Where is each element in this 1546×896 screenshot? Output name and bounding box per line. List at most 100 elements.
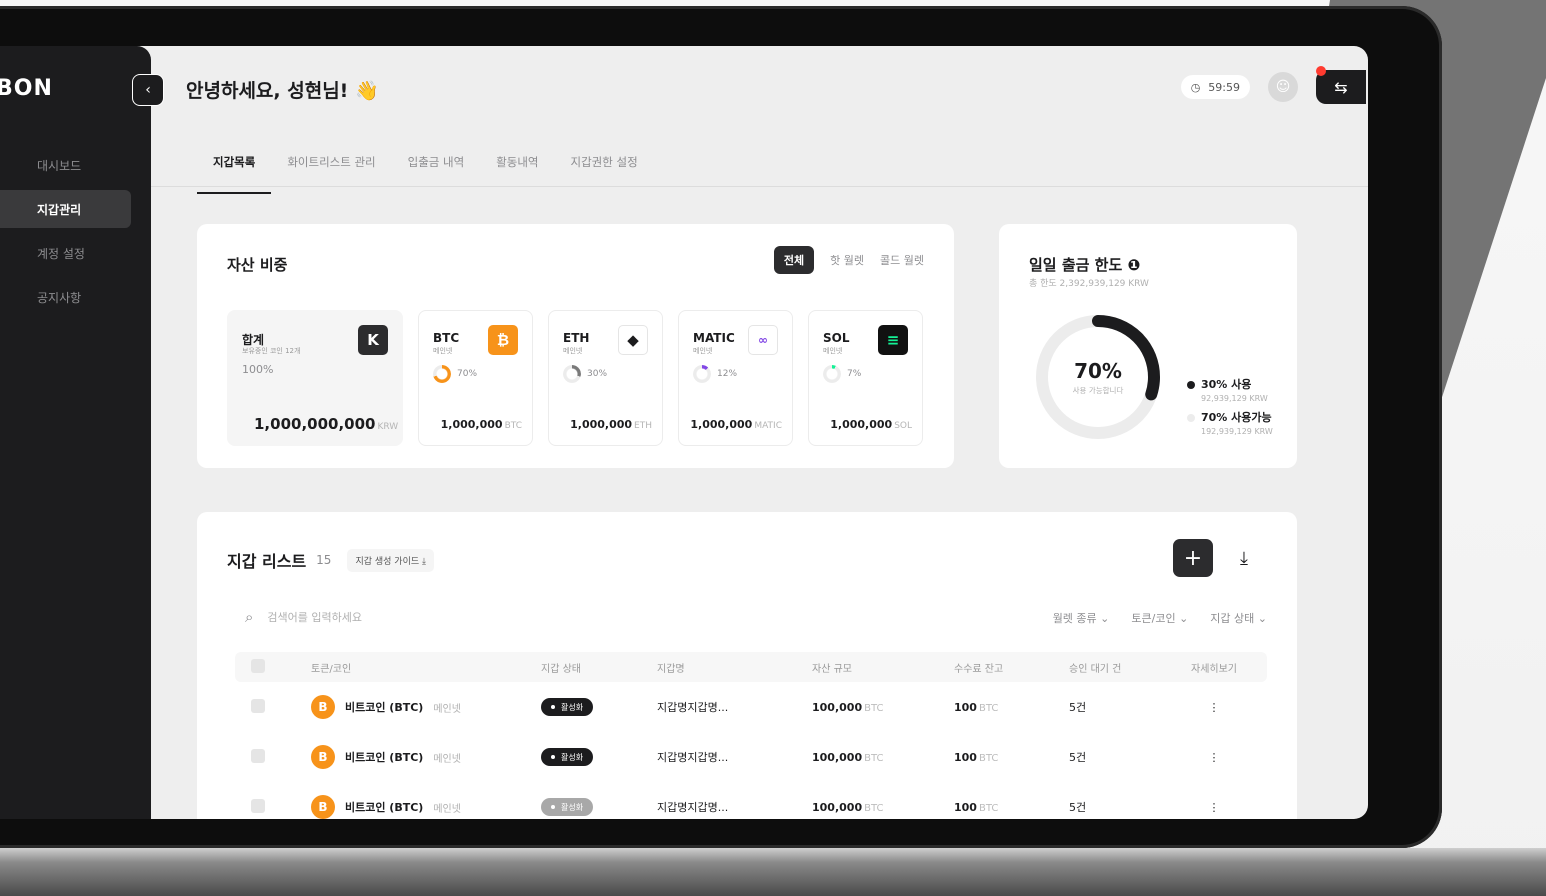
coin-share-value: 30% bbox=[587, 369, 608, 379]
column-header: 수수료 잔고 bbox=[954, 663, 1004, 675]
search-icon: ⌕ bbox=[245, 608, 254, 626]
wallet-list-header: 지갑 리스트 15 지갑 생성 가이드 ⤓ bbox=[227, 548, 434, 572]
add-wallet-button[interactable]: + bbox=[1173, 539, 1213, 577]
page-greeting: 안녕하세요, 성현님! 👋 bbox=[186, 80, 379, 102]
available-label: 사용 가능합니다 bbox=[1072, 385, 1124, 395]
info-icon[interactable]: ❶ bbox=[1127, 256, 1140, 274]
sidebar: ARBON 대시보드 지갑관리 계정 설정 공지사항 bbox=[0, 46, 151, 819]
filter-group: 월렛 종류 ⌄ 토큰/코인 ⌄ 지갑 상태 ⌄ bbox=[1053, 610, 1267, 626]
fee-value: 100 bbox=[954, 700, 977, 714]
session-timer-value: 59:59 bbox=[1208, 80, 1240, 94]
more-options-button[interactable]: ⋮ bbox=[1184, 801, 1244, 814]
avatar[interactable]: ☺ bbox=[1268, 72, 1298, 102]
total-asset-card[interactable]: 합계 보유중인 코인 12개 K 100% 1,000,000,000 KRW bbox=[227, 310, 403, 446]
select-all-checkbox[interactable] bbox=[251, 658, 265, 673]
search-input[interactable]: 검색어를 입력하세요 bbox=[267, 609, 362, 625]
status-cell: 활성화 bbox=[541, 748, 657, 766]
sidebar-item-wallet-management[interactable]: 지갑관리 bbox=[0, 190, 131, 228]
segment-hot-wallet[interactable]: 핫 월렛 bbox=[830, 252, 864, 268]
tab-deposit-withdraw-history[interactable]: 입출금 내역 bbox=[392, 154, 481, 194]
tab-activity[interactable]: 활동내역 bbox=[480, 154, 554, 194]
switch-button[interactable]: ⇆ bbox=[1316, 66, 1366, 104]
share-ring bbox=[563, 365, 581, 383]
legend-amount: 192,939,129 KRW bbox=[1201, 427, 1273, 436]
more-options-button[interactable]: ⋮ bbox=[1184, 701, 1244, 714]
wallet-name: 지갑명지갑명... bbox=[657, 701, 729, 714]
tab-bar: 지갑목록 화이트리스트 관리 입출금 내역 활동내역 지갑권한 설정 bbox=[197, 154, 654, 194]
asset-value: 100,000 bbox=[812, 750, 863, 764]
sidebar-item-account-settings[interactable]: 계정 설정 bbox=[0, 234, 131, 272]
asset-share-title: 자산 비중 bbox=[227, 256, 288, 274]
app-logo: ARBON bbox=[0, 76, 53, 101]
polygon-icon: ∞ bbox=[748, 325, 778, 355]
total-sub: 보유중인 코인 12개 bbox=[242, 347, 301, 355]
user-icon: ☺ bbox=[1275, 79, 1291, 95]
asset-value: 100,000 bbox=[812, 800, 863, 814]
filter-wallet-status[interactable]: 지갑 상태 ⌄ bbox=[1210, 610, 1267, 626]
wallet-guide-button[interactable]: 지갑 생성 가이드 ⤓ bbox=[347, 548, 434, 572]
sidebar-item-dashboard[interactable]: 대시보드 bbox=[0, 146, 131, 184]
sidebar-item-notices[interactable]: 공지사항 bbox=[0, 278, 131, 316]
search-bar[interactable]: ⌕ 검색어를 입력하세요 bbox=[245, 608, 362, 626]
table-row[interactable]: B 비트코인 (BTC) 메인넷 활성화 지갑명지갑명... 100,000 BTC … bbox=[235, 782, 1267, 819]
wallet-count: 15 bbox=[316, 553, 332, 567]
pending-count: 5건 bbox=[1069, 701, 1087, 714]
legend-amount: 92,939,129 KRW bbox=[1201, 394, 1268, 403]
notification-dot bbox=[1316, 66, 1326, 76]
network-label: 메인넷 bbox=[433, 703, 461, 715]
tab-wallet-permissions[interactable]: 지갑권한 설정 bbox=[555, 154, 654, 194]
asset-size: 100,000 BTC bbox=[812, 751, 954, 764]
sidebar-nav: 대시보드 지갑관리 계정 설정 공지사항 bbox=[0, 146, 131, 322]
donut-center: 70% 사용 가능합니다 bbox=[1033, 312, 1163, 442]
column-header: 지갑 상태 bbox=[541, 663, 581, 675]
coin-network: 메인넷 bbox=[433, 347, 453, 355]
asset-size: 100,000 BTC bbox=[812, 801, 954, 814]
table-row[interactable]: B 비트코인 (BTC) 메인넷 활성화 지갑명지갑명... 100,000 BTC … bbox=[235, 732, 1267, 782]
laptop-base bbox=[0, 848, 1546, 896]
tab-whitelist[interactable]: 화이트리스트 관리 bbox=[271, 154, 391, 194]
table-header: 토큰/코인 지갑 상태 지갑명 자산 규모 수수료 잔고 승인 대기 건 자세히… bbox=[235, 652, 1267, 682]
total-amount-value: 1,000,000,000 bbox=[254, 415, 376, 433]
coin-label: 비트코인 (BTC) bbox=[345, 801, 424, 814]
coin-card-sol[interactable]: SOL 메인넷 ≡ 7% 1,000,000 SOL bbox=[808, 310, 923, 446]
coin-amount: 1,000,000 BTC bbox=[441, 418, 522, 431]
bitcoin-icon: ₿ bbox=[488, 325, 518, 355]
coin-share: 30% bbox=[563, 365, 607, 383]
ethereum-icon: ◆ bbox=[618, 325, 648, 355]
row-checkbox[interactable] bbox=[251, 798, 265, 813]
more-options-button[interactable]: ⋮ bbox=[1184, 751, 1244, 764]
coin-cell: B 비트코인 (BTC) 메인넷 bbox=[311, 745, 541, 769]
legend-label: 30% 사용 bbox=[1201, 378, 1252, 391]
segment-cold-wallet[interactable]: 콜드 월렛 bbox=[880, 252, 924, 268]
row-checkbox[interactable] bbox=[251, 698, 265, 713]
asset-unit: BTC bbox=[864, 752, 884, 764]
daily-limit-card: 일일 출금 한도 ❶ 총 한도 2,392,939,129 KRW 70% 사용… bbox=[999, 224, 1297, 468]
coin-card-btc[interactable]: BTC 메인넷 ₿ 70% 1,000,000 BTC bbox=[418, 310, 533, 446]
coin-cell: B 비트코인 (BTC) 메인넷 bbox=[311, 695, 541, 719]
chevron-left-icon: ‹ bbox=[145, 82, 151, 98]
coin-amount-value: 1,000,000 bbox=[830, 418, 893, 431]
share-ring bbox=[693, 365, 711, 383]
status-badge: 활성화 bbox=[541, 798, 594, 816]
coin-card-matic[interactable]: MATIC 메인넷 ∞ 12% 1,000,000 MATIC bbox=[678, 310, 793, 446]
row-checkbox[interactable] bbox=[251, 748, 265, 763]
sidebar-item-label: 계정 설정 bbox=[37, 246, 85, 261]
sidebar-collapse-button[interactable]: ‹ bbox=[132, 74, 164, 106]
table-row[interactable]: B 비트코인 (BTC) 메인넷 활성화 지갑명지갑명... 100,000 BTC … bbox=[235, 682, 1267, 732]
filter-wallet-type[interactable]: 월렛 종류 ⌄ bbox=[1053, 610, 1110, 626]
segment-all[interactable]: 전체 bbox=[773, 246, 815, 274]
select-all-cell bbox=[235, 658, 311, 676]
wallet-type-segment: 전체 핫 월렛 콜드 월렛 bbox=[773, 246, 924, 274]
bitcoin-icon: B bbox=[311, 695, 335, 719]
row-select-cell bbox=[235, 748, 311, 766]
filter-token-coin[interactable]: 토큰/코인 ⌄ bbox=[1131, 610, 1188, 626]
coin-card-eth[interactable]: ETH 메인넷 ◆ 30% 1,000,000 ETH bbox=[548, 310, 663, 446]
download-button[interactable]: ⤓ bbox=[1233, 546, 1255, 570]
coin-share-value: 70% bbox=[457, 369, 478, 379]
column-header: 자산 규모 bbox=[812, 663, 852, 675]
coin-label: 비트코인 (BTC) bbox=[345, 751, 424, 764]
coin-share: 70% bbox=[433, 365, 477, 383]
session-timer[interactable]: ◷ 59:59 bbox=[1180, 75, 1250, 99]
tab-wallet-list[interactable]: 지갑목록 bbox=[197, 154, 272, 194]
status-badge: 활성화 bbox=[541, 748, 594, 766]
